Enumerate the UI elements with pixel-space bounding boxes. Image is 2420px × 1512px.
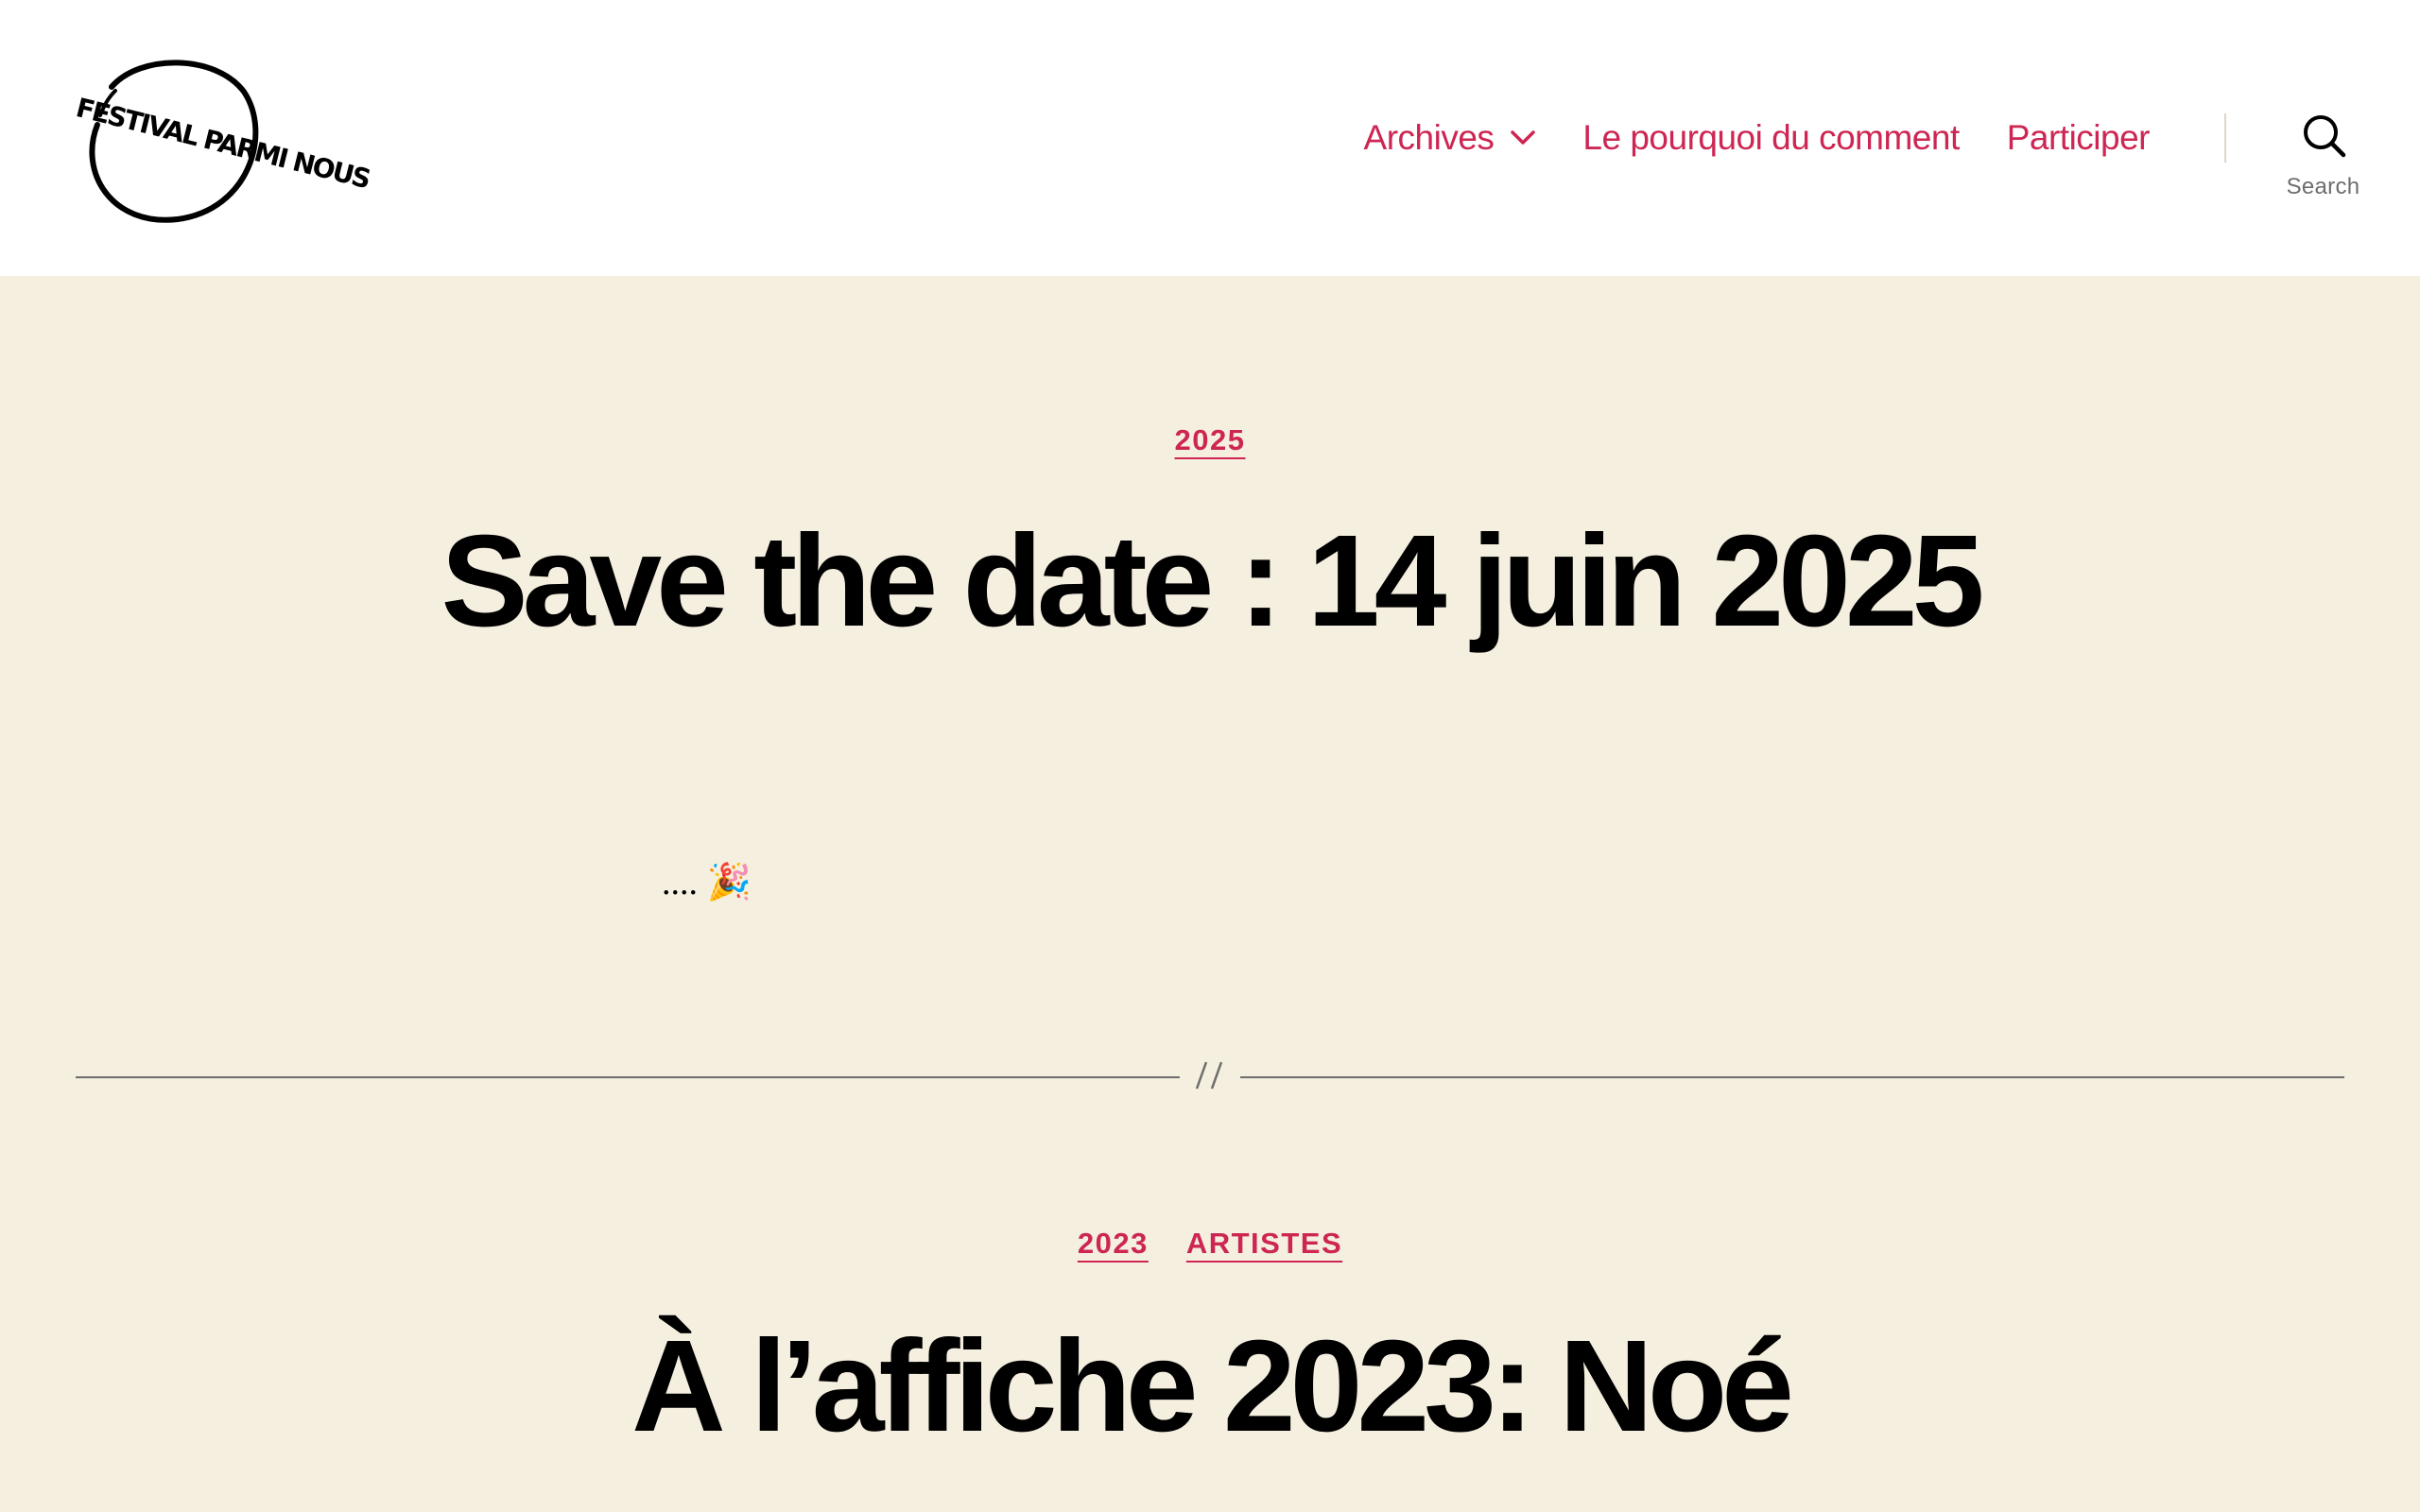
post-excerpt: .... 🎉 [662, 863, 752, 902]
primary-menu: Archives Le pourquoi du comment Particip… [1364, 112, 2151, 164]
post-title[interactable]: Save the date : 14 juin 2025 [0, 516, 2420, 646]
nav-item-label: Archives [1363, 118, 1495, 157]
nav-item-pourquoi[interactable]: Le pourquoi du comment [1582, 118, 1960, 158]
post-title[interactable]: À l’affiche 2023: Noé [0, 1321, 2420, 1452]
category-link-2025[interactable]: 2025 [1175, 423, 1246, 457]
chevron-down-icon[interactable] [1511, 129, 1536, 146]
search-label: Search [2286, 174, 2360, 199]
separator-line-right [1240, 1076, 2344, 1078]
header-divider [2224, 113, 2226, 163]
separator-line-left [76, 1076, 1180, 1078]
search-icon [2303, 115, 2345, 158]
nav-item-archives[interactable]: Archives [1364, 118, 1536, 158]
post-categories: 2025 [0, 423, 2420, 457]
category-link-2023[interactable]: 2023 [1078, 1227, 1149, 1261]
site-header: FESTIVAL PARMI NOUS Archives Le pourquoi… [0, 0, 2420, 276]
search-toggle-button[interactable]: Search [2269, 112, 2377, 206]
separator-slashes-icon [1195, 1061, 1223, 1090]
nav-item-participer[interactable]: Participer [2007, 118, 2151, 158]
post-categories: 2023 ARTISTES [0, 1227, 2420, 1261]
post-affiche-2023: 2023 ARTISTES À l’affiche 2023: Noé [0, 1227, 2420, 1452]
category-link-artistes[interactable]: ARTISTES [1186, 1227, 1342, 1261]
site-logo[interactable]: FESTIVAL PARMI NOUS [73, 49, 372, 229]
post-save-the-date: 2025 Save the date : 14 juin 2025 [0, 423, 2420, 646]
